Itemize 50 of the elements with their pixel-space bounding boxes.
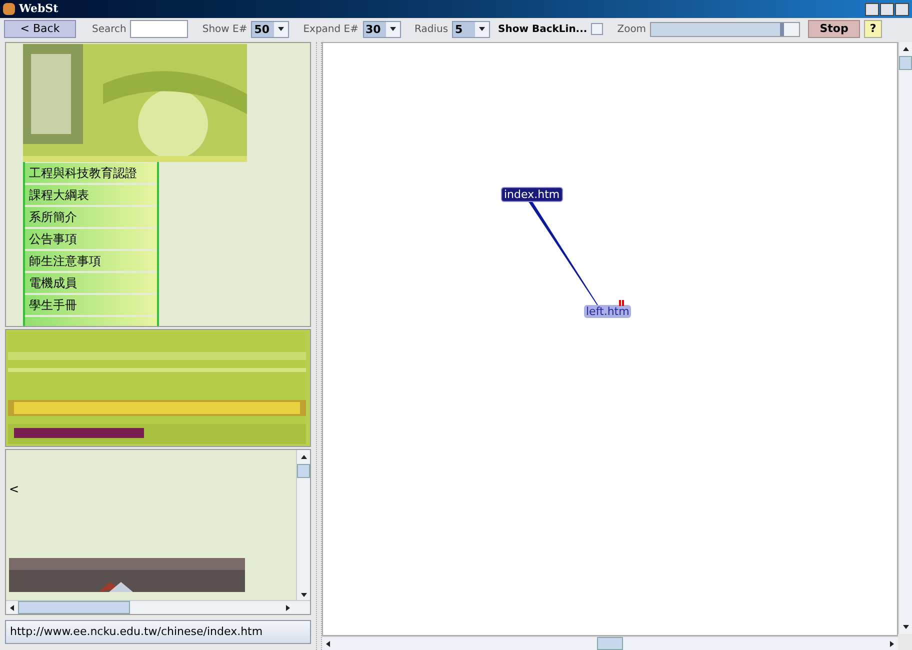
- horizontal-scrollbar[interactable]: [322, 636, 898, 650]
- scroll-thumb[interactable]: [597, 637, 623, 650]
- arrow-icon[interactable]: [324, 640, 332, 648]
- help-button[interactable]: ?: [864, 20, 882, 38]
- back-button[interactable]: < Back: [4, 20, 76, 38]
- menu-link[interactable]: 師生注意事項: [25, 251, 157, 271]
- field-label: Radius: [414, 22, 448, 36]
- vertical-scrollbar[interactable]: [898, 42, 912, 634]
- caret-icon[interactable]: [277, 25, 286, 33]
- menu-link[interactable]: 學生手冊: [25, 295, 157, 315]
- caret-icon[interactable]: [478, 25, 486, 33]
- field-label: Show E#: [202, 22, 248, 36]
- arrow-icon[interactable]: [888, 640, 896, 648]
- status-url: http://www.ee.ncku.edu.tw/chinese/index.htm: [10, 624, 263, 640]
- field-label: Search: [92, 22, 126, 36]
- caret-icon[interactable]: [388, 25, 396, 33]
- zoom-slider[interactable]: [650, 22, 800, 36]
- window-title: WebSt: [19, 0, 58, 17]
- stop-button[interactable]: Stop: [808, 20, 860, 38]
- graph-node[interactable]: index.htm: [501, 187, 563, 202]
- menu-link[interactable]: 系所簡介: [25, 207, 157, 227]
- marker-icon: [619, 300, 624, 306]
- arrow-icon[interactable]: [8, 604, 16, 612]
- close-button[interactable]: [895, 2, 909, 16]
- scroll-thumb[interactable]: [899, 56, 912, 70]
- dropdown[interactable]: 5: [452, 20, 490, 38]
- scroll-thumb[interactable]: [18, 601, 130, 614]
- page-text: <: [9, 481, 20, 498]
- scroll-thumb[interactable]: [297, 464, 310, 478]
- dropdown[interactable]: 30: [362, 20, 400, 38]
- menu-link[interactable]: 工程與科技教育認證: [25, 163, 157, 183]
- backlinks-checkbox[interactable]: [591, 23, 604, 35]
- checkbox-label: Show BackLin...: [498, 22, 588, 36]
- vertical-scrollbar[interactable]: [296, 450, 310, 602]
- minimize-button[interactable]: [865, 2, 879, 16]
- menu-link[interactable]: 電機成員: [25, 273, 157, 293]
- field-label: Zoom: [617, 22, 646, 36]
- app-icon: [3, 3, 15, 15]
- menu-link[interactable]: 課程大綱表: [25, 185, 157, 205]
- field-label: Expand E#: [303, 22, 358, 36]
- search-field[interactable]: [130, 20, 188, 38]
- dropdown[interactable]: 50: [251, 20, 290, 38]
- graph-canvas[interactable]: index.htm left.htm: [322, 42, 898, 636]
- arrow-icon[interactable]: [902, 623, 910, 631]
- menu-link[interactable]: 公告事項: [25, 229, 157, 249]
- graph-node[interactable]: left.htm: [584, 305, 632, 318]
- arrow-icon[interactable]: [902, 45, 910, 53]
- arrow-icon[interactable]: [300, 453, 308, 461]
- horizontal-scrollbar[interactable]: [6, 600, 310, 614]
- maximize-button[interactable]: [880, 2, 894, 16]
